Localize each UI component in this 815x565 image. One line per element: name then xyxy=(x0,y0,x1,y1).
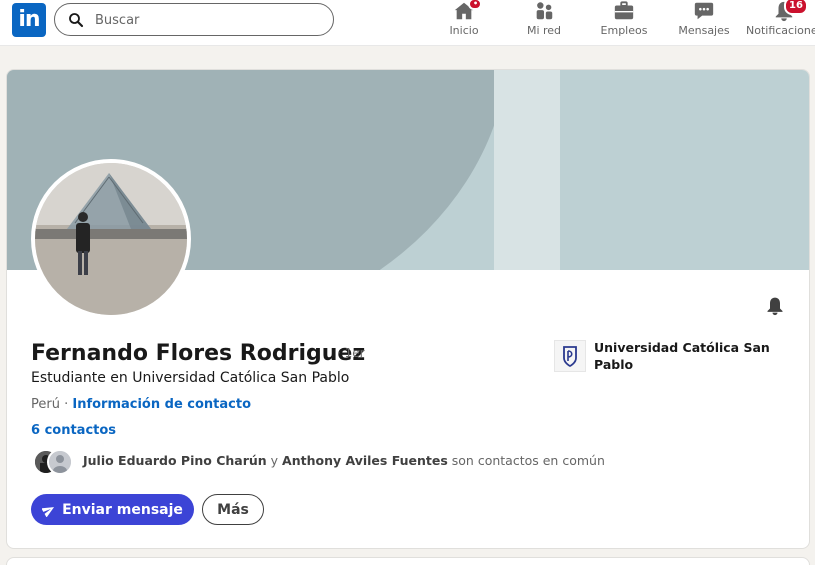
mutual-person-1[interactable]: Julio Eduardo Pino Charún xyxy=(83,453,267,468)
contact-info-link[interactable]: Información de contacto xyxy=(72,397,251,412)
notifications-count-badge: 16 xyxy=(784,0,808,15)
university-logo-icon xyxy=(554,340,586,372)
search-input[interactable] xyxy=(95,9,315,31)
more-button[interactable]: Más xyxy=(202,494,264,525)
profile-location: Perú · xyxy=(31,397,73,412)
send-message-button[interactable]: Enviar mensaje xyxy=(31,494,194,525)
cover-stripe-shape xyxy=(494,70,560,270)
mutual-conj: y xyxy=(266,453,283,468)
contacts-link[interactable]: 6 contactos xyxy=(31,423,116,438)
nav-item-jobs[interactable]: Empleos xyxy=(592,0,656,46)
top-navigation: in • Inicio Mi red Empleos xyxy=(0,0,815,46)
home-notification-dot: • xyxy=(468,0,482,10)
nav-label-jobs: Empleos xyxy=(600,24,648,37)
send-icon xyxy=(42,506,55,517)
nav-label-messaging: Mensajes xyxy=(678,24,730,37)
search-box[interactable] xyxy=(54,3,334,36)
messaging-icon xyxy=(694,2,714,20)
profile-card: Fernando Flores Rodriguez · 1er Estudian… xyxy=(6,69,810,549)
send-message-label: Enviar mensaje xyxy=(62,501,183,518)
avatar xyxy=(47,449,73,475)
profile-photo-image xyxy=(35,163,187,315)
education-name: Universidad Católica San Pablo xyxy=(594,340,770,372)
nav-item-network[interactable]: Mi red xyxy=(512,0,576,46)
profile-name: Fernando Flores Rodriguez xyxy=(31,341,366,366)
nav-label-network: Mi red xyxy=(526,24,562,37)
search-icon xyxy=(69,13,84,28)
mutual-suffix: son contactos en común xyxy=(447,453,605,468)
education-entry[interactable]: Universidad Católica San Pablo xyxy=(554,338,794,378)
nav-label-notifications: Notificaciones xyxy=(746,24,815,37)
location-row: Perú · Información de contacto xyxy=(31,397,251,412)
network-icon xyxy=(536,2,553,20)
connection-degree: · 1er xyxy=(337,346,365,360)
follow-bell-icon[interactable] xyxy=(765,295,785,317)
next-section-card xyxy=(6,557,810,565)
profile-headline: Estudiante en Universidad Católica San P… xyxy=(31,370,350,386)
nav-label-home: Inicio xyxy=(449,24,479,37)
linkedin-logo-icon[interactable]: in xyxy=(12,3,46,37)
nav-item-notifications[interactable]: 16 Notificaciones xyxy=(746,0,815,46)
nav-item-messaging[interactable]: Mensajes xyxy=(672,0,736,46)
briefcase-icon xyxy=(614,1,634,20)
mutual-connections-avatars[interactable] xyxy=(31,447,77,477)
mutual-person-2[interactable]: Anthony Aviles Fuentes xyxy=(282,453,448,468)
nav-item-home[interactable]: • Inicio xyxy=(432,0,496,46)
profile-photo[interactable] xyxy=(31,159,191,319)
mutual-connections-text[interactable]: Julio Eduardo Pino Charún y Anthony Avil… xyxy=(83,453,605,468)
